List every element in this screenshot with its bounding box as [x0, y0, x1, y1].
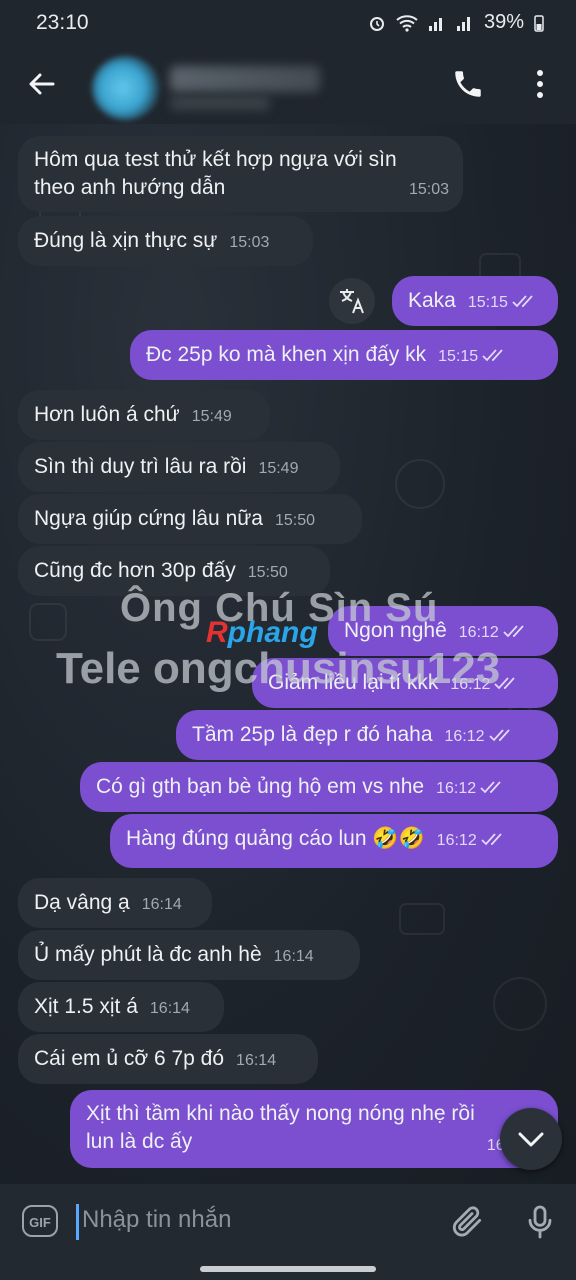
message-time: 15:15 — [438, 348, 479, 365]
contact-status — [170, 96, 270, 110]
message-time: 15:15 — [467, 294, 508, 311]
message-text: Ngựa giúp cứng lâu nữa — [34, 507, 263, 530]
status-bar: 23:10 39% — [0, 0, 576, 48]
double-check-icon — [481, 833, 502, 846]
watermark-contact: Tele ongchusinsu123 — [56, 644, 501, 693]
message-text: Hàng đúng quảng cáo lun 🤣🤣 — [126, 827, 425, 850]
gif-button[interactable]: GIF — [22, 1205, 58, 1237]
message-bubble-in[interactable]: Dạ vâng ạ 16:14 — [18, 878, 212, 928]
translate-icon — [340, 289, 364, 314]
home-indicator[interactable] — [200, 1266, 376, 1272]
status-icons: 39% — [368, 11, 544, 34]
message-text: Hôm qua test thử kết hợp ngựa với sìn th… — [34, 148, 397, 199]
battery-percent: 39% — [483, 11, 524, 33]
scroll-to-bottom-button[interactable] — [500, 1108, 562, 1170]
message-bubble-in[interactable]: Ngựa giúp cứng lâu nữa 15:50 — [18, 494, 362, 544]
message-text: Có gì gth bạn bè ủng hộ em vs nhe — [96, 775, 425, 798]
message-input[interactable]: Nhập tin nhắn — [82, 1206, 231, 1234]
message-time: 16:14 — [149, 1000, 190, 1017]
message-text: Xịt thì tầm khi nào thấy nong nóng nhẹ r… — [86, 1102, 475, 1153]
message-text: Xịt 1.5 xịt á — [34, 995, 138, 1018]
arrow-left-icon — [29, 73, 55, 95]
message-time: 15:49 — [258, 460, 299, 477]
message-time: 16:12 — [444, 728, 485, 745]
message-bubble-out[interactable]: Có gì gth bạn bè ủng hộ em vs nhe 16:12 — [80, 762, 558, 812]
message-text: Đúng là xịn thực sự — [34, 229, 218, 252]
battery-icon — [534, 14, 544, 32]
message-time: 15:49 — [191, 408, 232, 425]
message-text: Ủ mấy phút là đc anh hè — [34, 943, 262, 966]
message-bubble-in[interactable]: Đúng là xịn thực sự 15:03 — [18, 216, 313, 266]
wifi-icon — [396, 14, 418, 32]
message-bubble-out[interactable]: Kaka 15:15 — [392, 276, 558, 326]
contact-name[interactable] — [170, 66, 320, 92]
microphone-icon — [528, 1205, 552, 1239]
message-text: Kaka — [408, 289, 456, 312]
message-bubble-in[interactable]: Xịt 1.5 xịt á 16:14 — [18, 982, 224, 1032]
translate-button[interactable] — [329, 278, 375, 324]
message-time: 15:50 — [247, 564, 288, 581]
message-time: 15:03 — [408, 181, 449, 198]
more-options-button[interactable] — [522, 64, 558, 104]
message-bubble-in[interactable]: Sìn thì duy trì lâu ra rồi 15:49 — [18, 442, 340, 492]
message-bubble-out[interactable]: Đc 25p ko mà khen xịn đấy kk 15:15 — [130, 330, 558, 380]
call-button[interactable] — [448, 64, 488, 104]
paperclip-icon — [452, 1206, 482, 1237]
message-list[interactable]: Hôm qua test thử kết hợp ngựa với sìn th… — [0, 124, 576, 1184]
double-check-icon — [488, 729, 510, 742]
message-time: 16:12 — [436, 832, 477, 849]
message-bubble-in[interactable]: Ủ mấy phút là đc anh hè 16:14 — [18, 930, 360, 980]
message-time: 15:50 — [274, 512, 316, 529]
message-time: 16:14 — [273, 948, 314, 965]
composer: GIF Nhập tin nhắn — [0, 1184, 576, 1260]
chevron-down-icon — [518, 1132, 544, 1147]
double-check-icon — [482, 349, 503, 362]
message-text: Dạ vâng ạ — [34, 891, 130, 914]
signal-icon — [428, 17, 442, 31]
message-bubble-in[interactable]: Hơn luôn á chứ 15:49 — [18, 390, 270, 440]
message-text: Cái em ủ cỡ 6 7p đó — [34, 1047, 225, 1070]
signal-icon-2 — [456, 16, 470, 31]
voice-button[interactable] — [520, 1202, 560, 1242]
double-check-icon — [503, 625, 524, 638]
message-bubble-in[interactable]: Cái em ủ cỡ 6 7p đó 16:14 — [18, 1034, 318, 1084]
more-vertical-icon — [537, 70, 543, 98]
message-bubble-out[interactable]: Xịt thì tầm khi nào thấy nong nóng nhẹ r… — [70, 1090, 558, 1168]
system-nav-bar — [0, 1260, 576, 1280]
message-text: Sìn thì duy trì lâu ra rồi — [34, 455, 247, 478]
message-bubble-in[interactable]: Hôm qua test thử kết hợp ngựa với sìn th… — [18, 136, 463, 212]
message-time: 15:03 — [229, 234, 270, 251]
message-bubble-out[interactable]: Tầm 25p là đẹp r đó haha 16:12 — [176, 710, 558, 760]
text-caret — [76, 1204, 79, 1240]
message-text: Hơn luôn á chứ — [34, 403, 180, 426]
message-time: 16:12 — [436, 780, 477, 797]
message-text: Cũng đc hơn 30p đấy — [34, 559, 236, 582]
message-time: 16:14 — [236, 1052, 277, 1069]
attach-button[interactable] — [448, 1202, 488, 1242]
message-bubble-out[interactable]: Hàng đúng quảng cáo lun 🤣🤣 16:12 — [110, 814, 558, 868]
message-text: Tầm 25p là đẹp r đó haha — [192, 723, 433, 746]
message-time: 16:14 — [141, 896, 182, 913]
back-button[interactable] — [22, 64, 62, 104]
chat-header — [0, 48, 576, 124]
alarm-icon — [369, 16, 384, 31]
contact-avatar[interactable] — [92, 56, 160, 120]
status-time: 23:10 — [36, 11, 89, 34]
message-text: Đc 25p ko mà khen xịn đấy kk — [146, 343, 427, 366]
message-time: 16:12 — [458, 624, 499, 641]
phone-icon — [455, 71, 481, 97]
double-check-icon — [480, 781, 501, 794]
double-check-icon — [512, 295, 533, 308]
